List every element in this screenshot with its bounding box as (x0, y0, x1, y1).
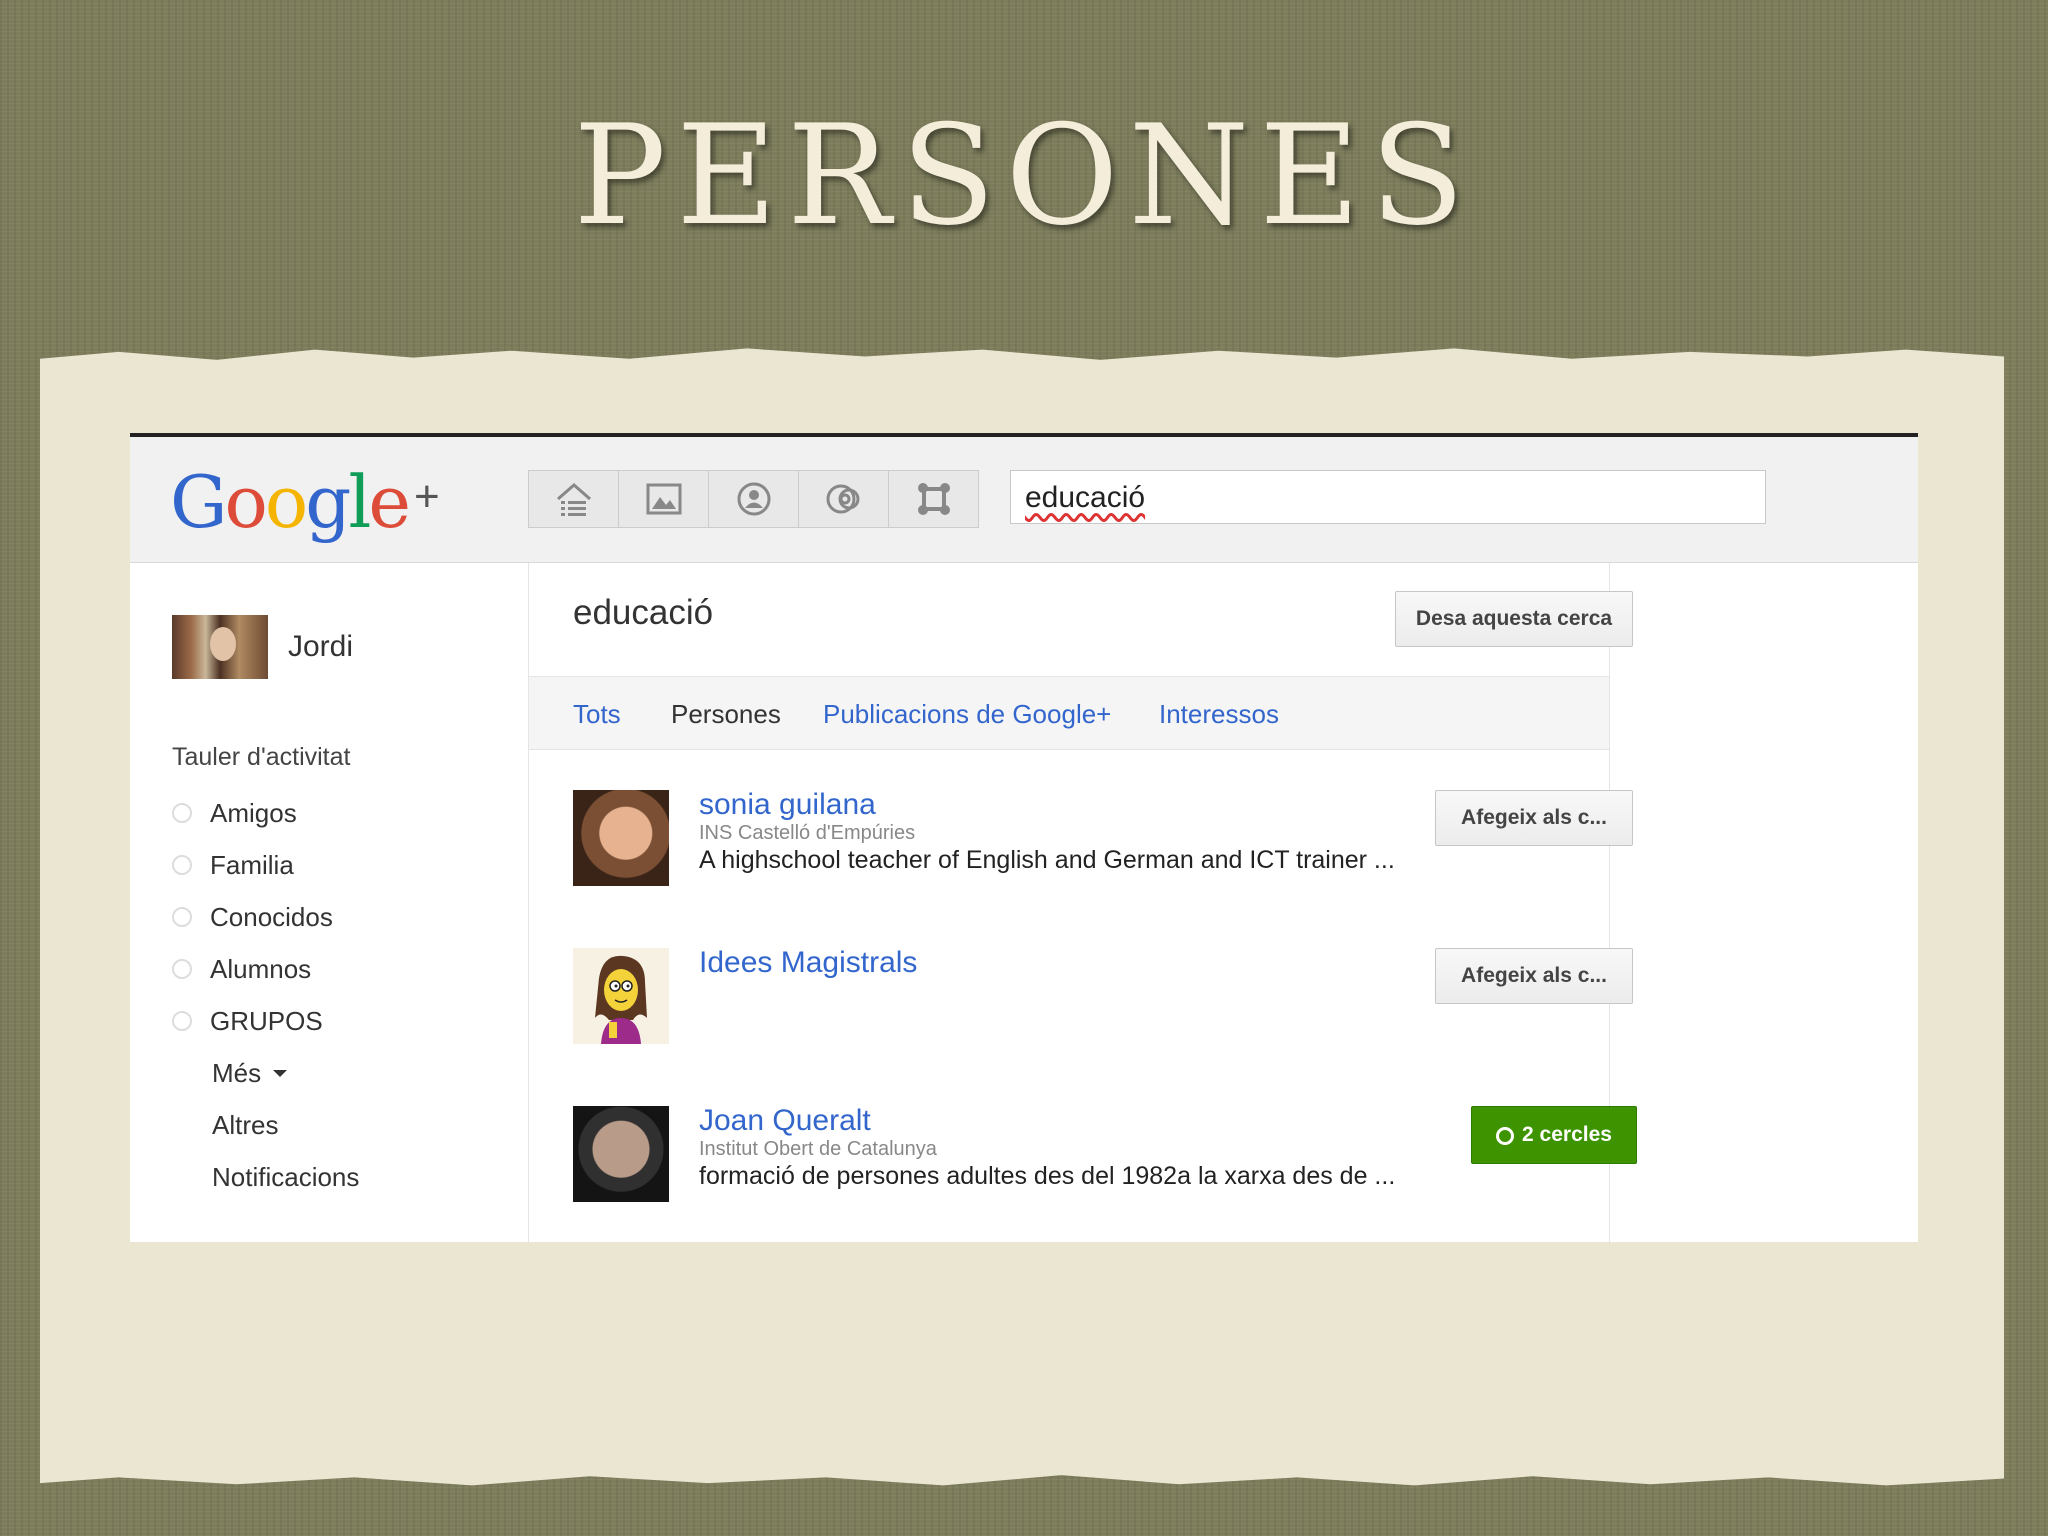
games-icon (917, 483, 950, 515)
result-organization: Institut Obert de Catalunya (699, 1138, 937, 1160)
tab-posts[interactable]: Publicacions de Google+ (823, 699, 1111, 730)
photos-button[interactable] (619, 471, 709, 527)
circle-filter-list: Amigos Familia Conocidos Alumnos GRUPOS … (172, 787, 359, 1203)
sidebar-item-label: Altres (212, 1109, 279, 1140)
radio-icon (172, 803, 192, 823)
top-bar: Google + educació (130, 437, 1918, 563)
home-button[interactable] (529, 471, 619, 527)
sidebar-item-label: Més (212, 1057, 262, 1088)
sidebar-item-label: Notificacions (212, 1161, 360, 1192)
profile-link[interactable]: Jordi (172, 615, 353, 679)
list-item: sonia guilana INS Castelló d'Empúries A … (573, 788, 1633, 948)
sidebar-item-label: Familia (210, 849, 294, 880)
add-to-circles-button[interactable]: Afegeix als c... (1435, 948, 1633, 1004)
sidebar-item-label: Alumnos (210, 953, 312, 984)
list-item: Idees Magistrals Afegeix als c... (573, 946, 1633, 1106)
cartoon-avatar-icon (595, 955, 647, 1044)
radio-icon (172, 959, 192, 979)
sidebar: Jordi Tauler d'activitat Amigos Familia … (130, 563, 527, 1242)
search-input[interactable]: educació (1010, 470, 1766, 524)
radio-icon (172, 907, 192, 927)
nav-icon-bar (528, 470, 979, 528)
photos-icon (646, 483, 681, 515)
add-to-circles-button[interactable]: Afegeix als c... (1435, 790, 1633, 846)
search-input-value: educació (1025, 481, 1146, 514)
save-search-button[interactable]: Desa aquesta cerca (1395, 591, 1633, 647)
radio-icon (172, 1011, 192, 1031)
tab-all[interactable]: Tots (573, 699, 621, 730)
sidebar-item-grupos[interactable]: GRUPOS (172, 995, 359, 1047)
profile-icon (737, 482, 770, 516)
sidebar-item-label: GRUPOS (210, 1005, 323, 1036)
profile-button[interactable] (709, 471, 799, 527)
search-results-panel: educació Desa aquesta cerca Tots Persone… (528, 563, 1637, 1242)
games-button[interactable] (889, 471, 978, 527)
avatar[interactable] (573, 1106, 669, 1202)
google-plus-screenshot: Google + educació Jordi Tauler d'activit… (130, 433, 1918, 1242)
results-list: sonia guilana INS Castelló d'Empúries A … (573, 788, 1637, 1242)
google-plus-logo[interactable]: Google + (170, 457, 440, 542)
avatar[interactable] (573, 790, 669, 886)
page-title: educació (573, 593, 714, 632)
profile-name[interactable]: Jordi (288, 630, 353, 664)
tab-people[interactable]: Persones (671, 699, 781, 730)
slide-title: PERSONES (573, 95, 1475, 256)
circle-icon (1496, 1127, 1515, 1145)
circles-button[interactable] (799, 471, 889, 527)
result-organization: INS Castelló d'Empúries (699, 822, 916, 844)
chevron-down-icon (273, 1069, 288, 1077)
stream-heading[interactable]: Tauler d'activitat (172, 743, 350, 772)
filter-tabs: Tots Persones Publicacions de Google+ In… (529, 676, 1609, 750)
sidebar-item-others[interactable]: Altres (172, 1099, 359, 1151)
sidebar-item-label: Amigos (210, 797, 297, 828)
sidebar-item-familia[interactable]: Familia (172, 839, 359, 891)
sidebar-item-conocidos[interactable]: Conocidos (172, 891, 359, 943)
result-description: A highschool teacher of English and Germ… (699, 846, 1395, 874)
avatar[interactable] (172, 615, 268, 679)
circles-icon (826, 484, 859, 514)
result-name-link[interactable]: Joan Queralt (699, 1104, 871, 1138)
list-item: Joan Queralt Institut Obert de Catalunya… (573, 1104, 1637, 1242)
tab-interests[interactable]: Interessos (1159, 699, 1279, 730)
sidebar-item-alumnos[interactable]: Alumnos (172, 943, 359, 995)
in-circles-button[interactable]: 2 cercles (1471, 1106, 1637, 1164)
sidebar-item-more[interactable]: Més (172, 1047, 359, 1099)
avatar[interactable] (573, 948, 669, 1044)
radio-icon (172, 855, 192, 875)
result-name-link[interactable]: Idees Magistrals (699, 946, 917, 980)
result-description: formació de persones adultes des del 198… (699, 1162, 1396, 1190)
home-icon (556, 483, 591, 516)
sidebar-item-notifications[interactable]: Notificacions (172, 1151, 359, 1203)
result-name-link[interactable]: sonia guilana (699, 788, 876, 822)
in-circles-label: 2 cercles (1522, 1123, 1612, 1146)
sidebar-item-label: Conocidos (210, 901, 333, 932)
sidebar-item-amigos[interactable]: Amigos (172, 787, 359, 839)
